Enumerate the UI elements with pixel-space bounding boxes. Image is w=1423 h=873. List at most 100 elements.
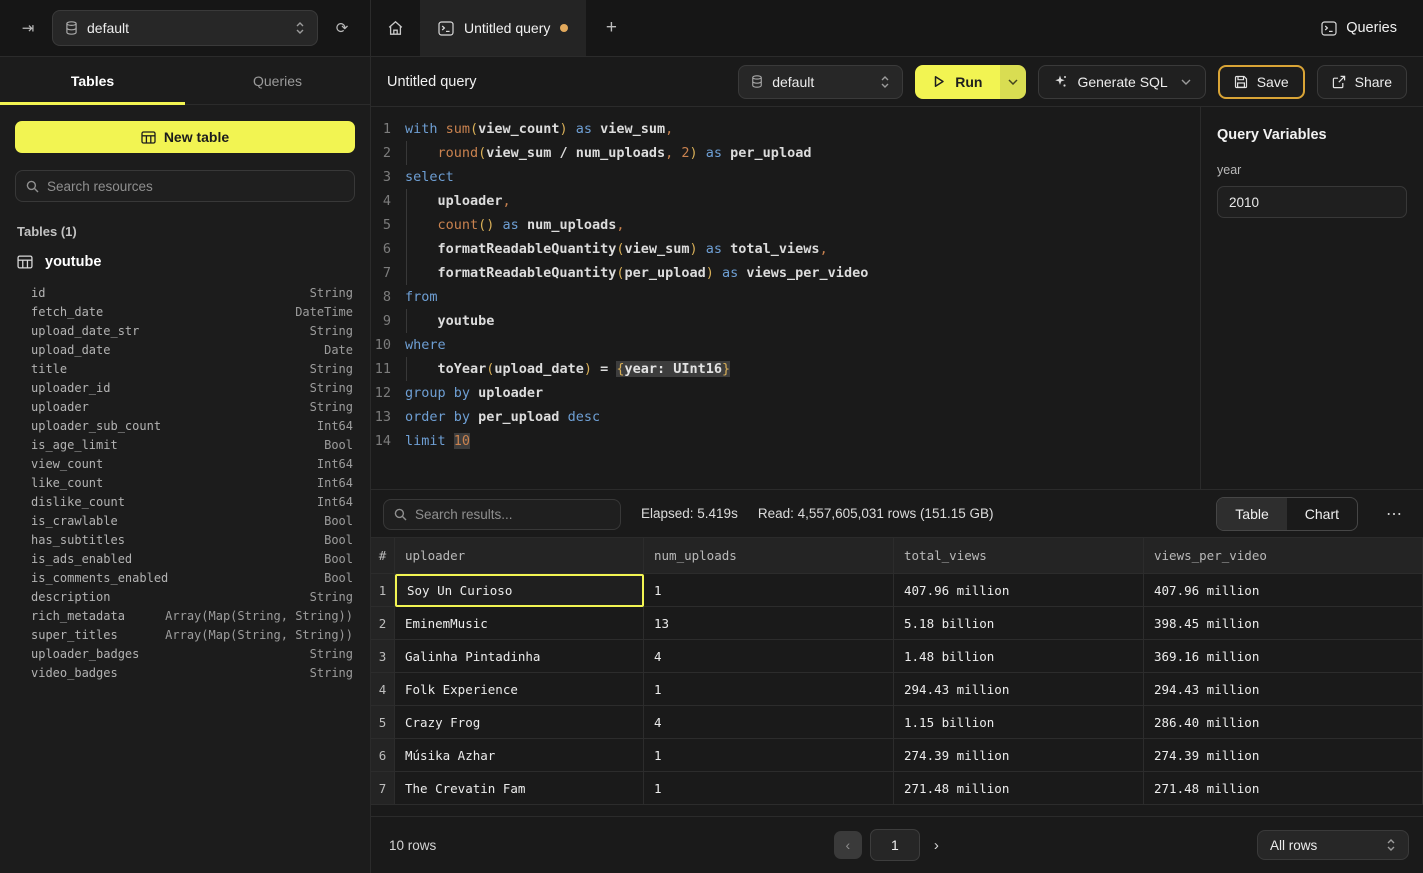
generate-sql-button[interactable]: Generate SQL (1038, 65, 1205, 99)
results-search[interactable] (383, 499, 621, 530)
new-tab-button[interactable]: + (586, 0, 636, 56)
variable-year-input[interactable] (1217, 186, 1407, 218)
run-button[interactable]: Run (915, 65, 1000, 99)
column-row[interactable]: uploader_id String (15, 378, 355, 397)
column-row[interactable]: is_age_limit Bool (15, 435, 355, 454)
column-row[interactable]: video_badges String (15, 663, 355, 682)
view-toggle-table[interactable]: Table (1217, 498, 1286, 530)
column-row[interactable]: dislike_count Int64 (15, 492, 355, 511)
column-row[interactable]: title String (15, 359, 355, 378)
database-select[interactable]: default (52, 10, 318, 46)
cell-total-views[interactable]: 1.48 billion (894, 640, 1144, 673)
cell-num-uploads[interactable]: 1 (644, 574, 894, 607)
column-row[interactable]: id String (15, 283, 355, 302)
column-row[interactable]: uploader_sub_count Int64 (15, 416, 355, 435)
column-header-total-views[interactable]: total_views (894, 538, 1144, 574)
results-more-button[interactable]: ⋯ (1378, 504, 1411, 524)
column-row[interactable]: view_count Int64 (15, 454, 355, 473)
column-list: id String fetch_date DateTime upload_dat… (15, 283, 355, 682)
cell-total-views[interactable]: 271.48 million (894, 772, 1144, 805)
cell-total-views[interactable]: 5.18 billion (894, 607, 1144, 640)
cell-uploader[interactable]: EminemMusic (395, 607, 644, 640)
resource-search-input[interactable] (47, 179, 344, 194)
cell-views-per-video[interactable]: 398.45 million (1144, 607, 1423, 640)
code-line[interactable]: 6 formatReadableQuantity(view_sum) as to… (371, 237, 1200, 261)
code-line[interactable]: 14limit 10 (371, 429, 1200, 453)
new-table-button[interactable]: New table (15, 121, 355, 153)
cell-num-uploads[interactable]: 1 (644, 673, 894, 706)
column-row[interactable]: is_comments_enabled Bool (15, 568, 355, 587)
column-row[interactable]: rich_metadata Array(Map(String, String)) (15, 606, 355, 625)
column-row[interactable]: uploader String (15, 397, 355, 416)
share-button[interactable]: Share (1317, 65, 1407, 99)
cell-num-uploads[interactable]: 1 (644, 739, 894, 772)
cell-uploader[interactable]: Músika Azhar (395, 739, 644, 772)
collapse-sidebar-button[interactable]: ⇥ (14, 14, 42, 42)
column-row[interactable]: description String (15, 587, 355, 606)
cell-num-uploads[interactable]: 13 (644, 607, 894, 640)
toolbar-database-select[interactable]: default (738, 65, 903, 99)
cell-views-per-video[interactable]: 407.96 million (1144, 574, 1423, 607)
code-line[interactable]: 1with sum(view_count) as view_sum, (371, 117, 1200, 141)
column-row[interactable]: is_crawlable Bool (15, 511, 355, 530)
queries-button[interactable]: Queries (1295, 0, 1423, 56)
cell-uploader[interactable]: Soy Un Curioso (395, 574, 644, 607)
tab-queries[interactable]: Queries (185, 57, 370, 104)
code-line[interactable]: 12group by uploader (371, 381, 1200, 405)
code-line[interactable]: 2 round(view_sum / num_uploads, 2) as pe… (371, 141, 1200, 165)
cell-total-views[interactable]: 274.39 million (894, 739, 1144, 772)
column-header-uploader[interactable]: uploader (395, 538, 644, 574)
cell-views-per-video[interactable]: 274.39 million (1144, 739, 1423, 772)
cell-views-per-video[interactable]: 369.16 million (1144, 640, 1423, 673)
column-header-views-per-video[interactable]: views_per_video (1144, 538, 1423, 574)
sql-editor[interactable]: 1with sum(view_count) as view_sum,2 roun… (371, 107, 1200, 489)
cell-uploader[interactable]: Galinha Pintadinha (395, 640, 644, 673)
cell-num-uploads[interactable]: 4 (644, 706, 894, 739)
cell-total-views[interactable]: 407.96 million (894, 574, 1144, 607)
code-line[interactable]: 9 youtube (371, 309, 1200, 333)
row-index: 3 (371, 640, 395, 673)
cell-num-uploads[interactable]: 4 (644, 640, 894, 673)
column-row[interactable]: has_subtitles Bool (15, 530, 355, 549)
cell-num-uploads[interactable]: 1 (644, 772, 894, 805)
cell-views-per-video[interactable]: 271.48 million (1144, 772, 1423, 805)
home-button[interactable] (371, 0, 420, 56)
view-toggle-chart[interactable]: Chart (1287, 498, 1357, 530)
column-row[interactable]: like_count Int64 (15, 473, 355, 492)
cell-uploader[interactable]: Folk Experience (395, 673, 644, 706)
column-header-index[interactable]: # (371, 538, 395, 574)
cell-views-per-video[interactable]: 294.43 million (1144, 673, 1423, 706)
cell-views-per-video[interactable]: 286.40 million (1144, 706, 1423, 739)
cell-total-views[interactable]: 294.43 million (894, 673, 1144, 706)
current-page[interactable]: 1 (870, 829, 920, 861)
code-line[interactable]: 4 uploader, (371, 189, 1200, 213)
results-search-input[interactable] (415, 507, 610, 522)
cell-total-views[interactable]: 1.15 billion (894, 706, 1144, 739)
column-header-num-uploads[interactable]: num_uploads (644, 538, 894, 574)
code-line[interactable]: 11 toYear(upload_date) = {year: UInt16} (371, 357, 1200, 381)
query-tab[interactable]: Untitled query (420, 0, 586, 56)
column-row[interactable]: super_titles Array(Map(String, String)) (15, 625, 355, 644)
column-row[interactable]: fetch_date DateTime (15, 302, 355, 321)
code-line[interactable]: 13order by per_upload desc (371, 405, 1200, 429)
column-row[interactable]: upload_date_str String (15, 321, 355, 340)
cell-uploader[interactable]: The Crevatin Fam (395, 772, 644, 805)
code-line[interactable]: 5 count() as num_uploads, (371, 213, 1200, 237)
prev-page-button[interactable]: ‹ (834, 831, 862, 859)
column-row[interactable]: upload_date Date (15, 340, 355, 359)
table-item-youtube[interactable]: youtube (15, 249, 355, 279)
code-line[interactable]: 8from (371, 285, 1200, 309)
cell-uploader[interactable]: Crazy Frog (395, 706, 644, 739)
refresh-button[interactable]: ⟳ (328, 14, 356, 42)
column-row[interactable]: is_ads_enabled Bool (15, 549, 355, 568)
code-line[interactable]: 3select (371, 165, 1200, 189)
code-line[interactable]: 7 formatReadableQuantity(per_upload) as … (371, 261, 1200, 285)
save-button[interactable]: Save (1218, 65, 1305, 99)
code-line[interactable]: 10where (371, 333, 1200, 357)
page-size-select[interactable]: All rows (1257, 830, 1409, 860)
next-page-button[interactable]: › (928, 837, 945, 854)
column-row[interactable]: uploader_badges String (15, 644, 355, 663)
run-options-caret[interactable] (1000, 65, 1026, 99)
tab-tables[interactable]: Tables (0, 57, 185, 104)
resource-search[interactable] (15, 170, 355, 202)
